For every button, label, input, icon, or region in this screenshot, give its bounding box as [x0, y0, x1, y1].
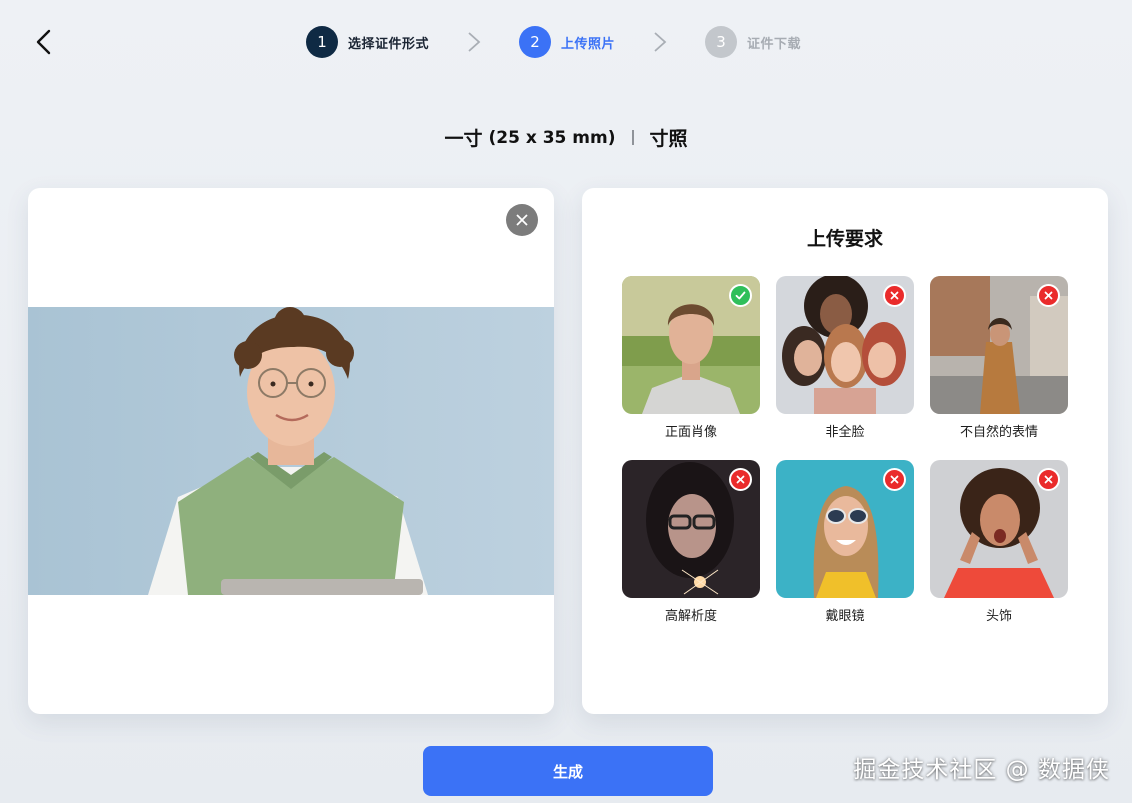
requirement-item: 不自然的表情: [930, 276, 1068, 440]
requirement-label: 不自然的表情: [959, 425, 1038, 440]
requirement-item: 正面肖像: [622, 276, 760, 440]
example-thumbnail: [776, 460, 914, 598]
requirement-item: 非全脸: [776, 276, 914, 440]
size-dimensions: (25 x 35 mm): [488, 127, 616, 148]
requirements-title: 上传要求: [806, 228, 883, 250]
requirement-label: 戴眼镜: [825, 609, 865, 624]
example-thumbnail: [930, 276, 1068, 414]
step-number: 2: [519, 26, 552, 58]
requirement-label: 高解析度: [664, 609, 717, 624]
uploaded-photo: [28, 307, 554, 595]
photo-size-title: 一寸 (25 x 35 mm) 寸照: [0, 124, 1132, 151]
upload-preview-card: [28, 188, 554, 714]
x-badge-icon: [883, 284, 906, 307]
step-number: 1: [306, 26, 338, 58]
requirement-label: 非全脸: [825, 425, 865, 440]
chevron-right-icon: [653, 31, 667, 53]
divider: [631, 130, 634, 145]
requirement-item: 戴眼镜: [776, 460, 914, 624]
example-thumbnail: [930, 460, 1068, 598]
back-button[interactable]: [30, 26, 60, 58]
step-upload-photo[interactable]: 2 上传照片: [519, 26, 615, 58]
x-badge-icon: [729, 468, 752, 491]
requirements-card: 上传要求 正面肖像 非全脸 不自然的表情 高解析度 戴眼镜 头饰: [582, 188, 1108, 714]
chevron-left-icon: [36, 29, 51, 55]
requirements-grid: 正面肖像 非全脸 不自然的表情 高解析度 戴眼镜 头饰: [622, 276, 1068, 624]
requirement-label: 头饰: [985, 609, 1012, 624]
requirement-label: 正面肖像: [664, 425, 717, 440]
page: 1 选择证件形式 2 上传照片 3 证件下载 一寸 (25 x 35 mm) 寸…: [0, 0, 1132, 803]
check-badge-icon: [729, 284, 752, 307]
requirement-item: 高解析度: [622, 460, 760, 624]
step-select-form[interactable]: 1 选择证件形式: [306, 26, 429, 58]
watermark: 掘金技术社区 @ 数据侠: [853, 757, 1110, 783]
x-badge-icon: [1037, 284, 1060, 307]
chevron-right-icon: [467, 31, 481, 53]
step-download[interactable]: 3 证件下载: [705, 26, 801, 58]
x-badge-icon: [1037, 468, 1060, 491]
step-label: 选择证件形式: [348, 36, 430, 52]
x-badge-icon: [883, 468, 906, 491]
requirement-item: 头饰: [930, 460, 1068, 624]
generate-button[interactable]: 生成: [423, 746, 713, 796]
example-thumbnail: [622, 460, 760, 598]
step-label: 上传照片: [561, 36, 616, 52]
step-label: 证件下载: [747, 36, 802, 52]
close-icon: [516, 214, 528, 226]
stepper: 1 选择证件形式 2 上传照片 3 证件下载: [306, 26, 801, 58]
size-name: 一寸: [444, 128, 483, 150]
example-thumbnail: [622, 276, 760, 414]
remove-photo-button[interactable]: [506, 204, 538, 236]
step-number: 3: [705, 26, 738, 58]
example-thumbnail: [776, 276, 914, 414]
size-type: 寸照: [649, 128, 688, 150]
